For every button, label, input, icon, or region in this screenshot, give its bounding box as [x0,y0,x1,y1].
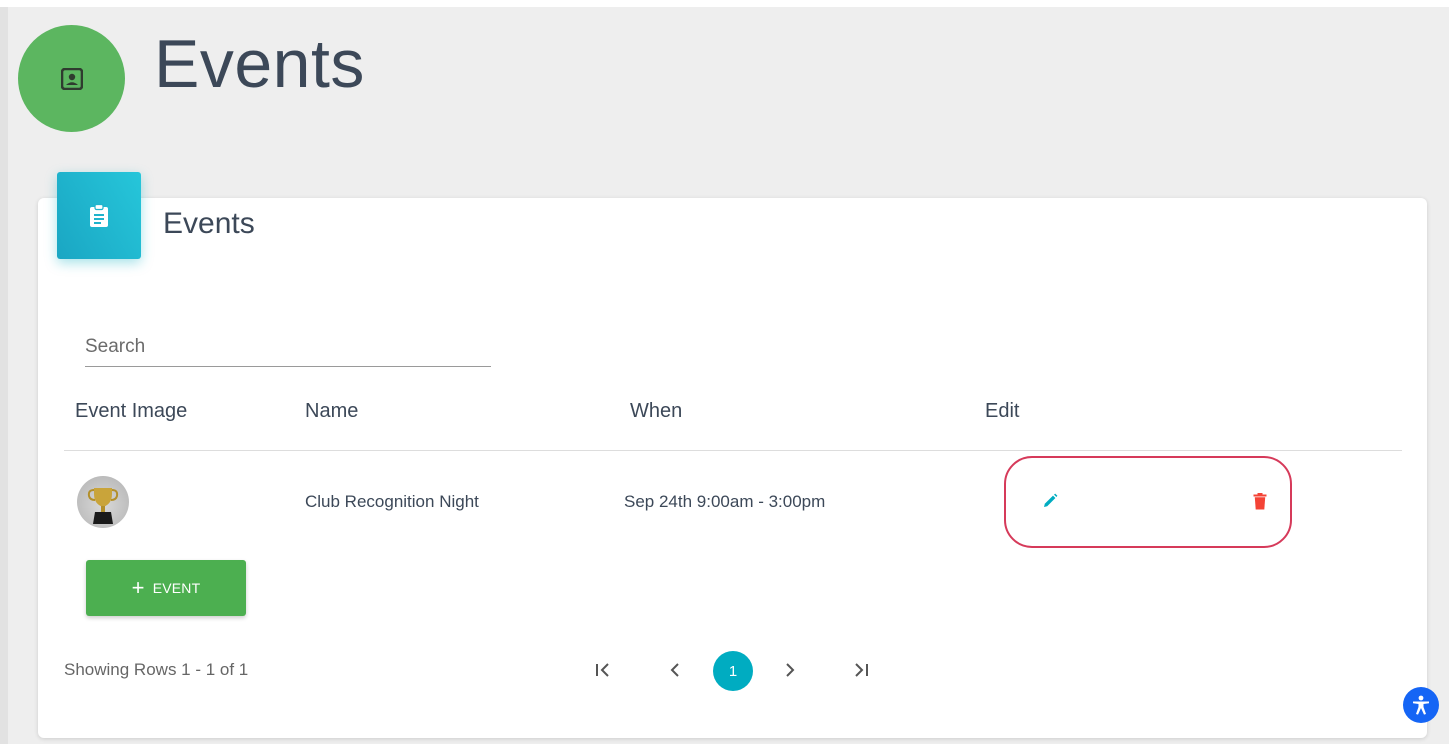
rows-count: Showing Rows 1 - 1 of 1 [64,660,249,679]
clipboard-icon [57,172,141,259]
page-title: Events [154,26,365,102]
chevron-right-icon [786,663,795,677]
search-field [85,331,491,367]
page-1-button[interactable]: 1 [713,651,753,691]
card-title: Events [163,207,255,240]
event-name: Club Recognition Night [305,492,479,511]
sidebar-edge [0,7,8,744]
plus-icon: + [131,575,145,600]
event-when: Sep 24th 9:00am - 3:00pm [624,492,826,511]
table-header-divider [64,450,1402,451]
search-input[interactable] [85,331,491,363]
add-event-label: EVENT [152,580,201,596]
last-page-icon [855,663,868,677]
column-header-when[interactable]: When [630,400,682,423]
next-page-button[interactable] [778,651,802,689]
first-page-icon [596,663,609,677]
column-header-event-image[interactable]: Event Image [75,400,187,423]
last-page-button[interactable] [846,651,876,689]
column-header-name[interactable]: Name [305,400,358,423]
edit-actions-highlight [1004,456,1292,548]
trophy-icon [87,488,119,524]
column-header-edit: Edit [985,400,1020,422]
contact-card-icon [18,25,125,132]
prev-page-button[interactable] [663,651,687,689]
event-image [77,476,129,528]
chevron-left-icon [670,663,679,677]
first-page-button[interactable] [588,651,618,689]
accessibility-button[interactable] [1403,687,1439,723]
add-event-button[interactable]: + EVENT [86,560,246,616]
accessibility-icon [1413,695,1429,715]
